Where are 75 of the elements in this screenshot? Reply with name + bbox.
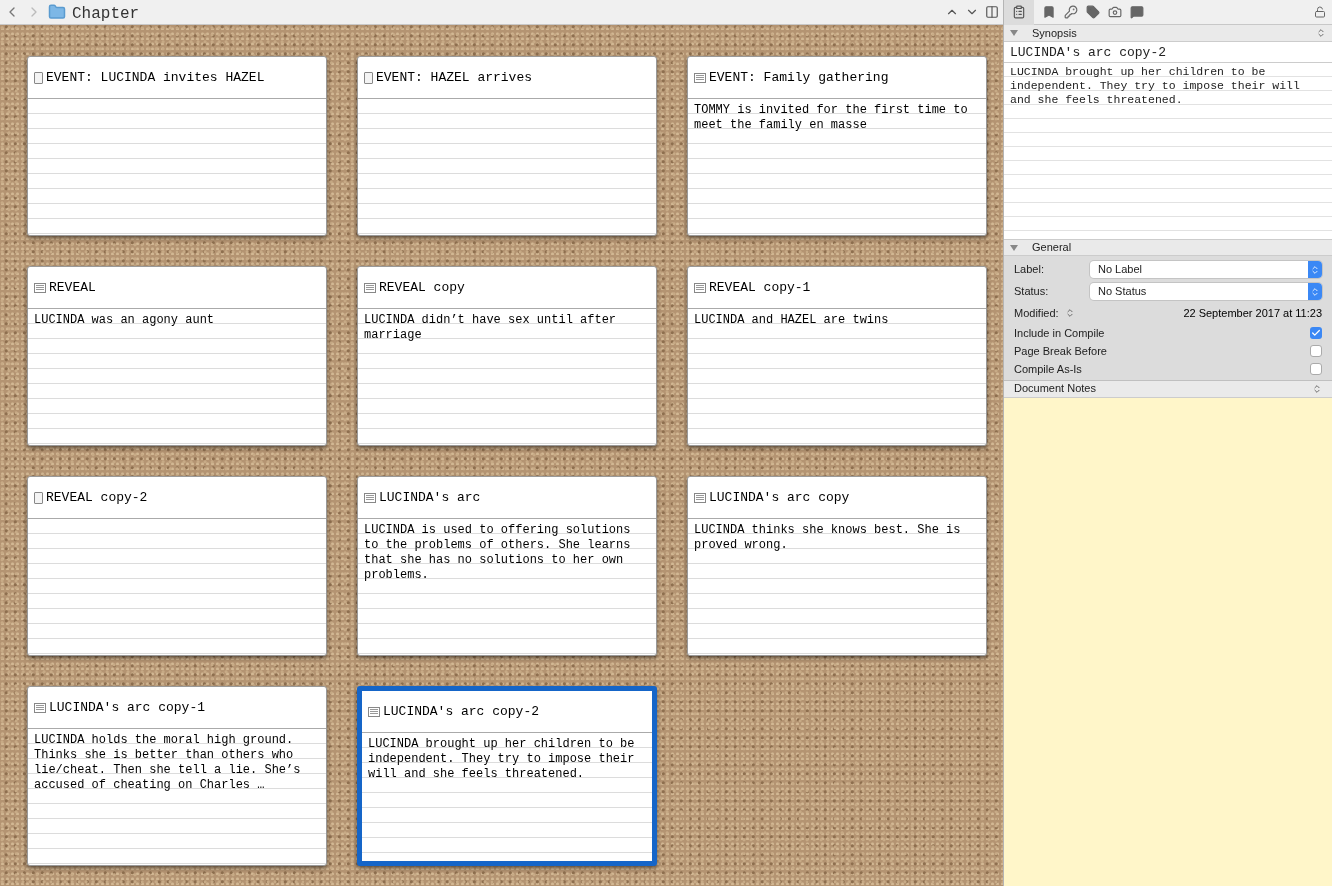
card-title: REVEAL copy-1 (709, 278, 811, 297)
text-page-icon (694, 492, 706, 503)
card-title: EVENT: LUCINDA invites HAZEL (46, 68, 265, 87)
card-title: LUCINDA's arc copy-2 (383, 702, 540, 721)
bookmark-icon[interactable] (1042, 5, 1056, 19)
modified-date: 22 September 2017 at 11:23 (1183, 306, 1322, 321)
card-title: EVENT: HAZEL arrives (376, 68, 533, 87)
split-view-icon[interactable] (985, 5, 999, 19)
label-select[interactable]: No Label (1090, 261, 1322, 278)
key-icon[interactable] (1064, 5, 1078, 19)
section-title: General (1032, 240, 1072, 256)
card-title: LUCINDA's arc (379, 488, 481, 507)
card-synopsis: LUCINDA didn’t have sex until after marriage (364, 313, 618, 343)
text-page-icon (694, 282, 706, 293)
text-page-icon (34, 702, 46, 713)
blank-page-icon (34, 491, 43, 504)
card-synopsis: LUCINDA holds the moral high ground. Thinks she is better than others who lie/cheat. Then she tell a lie. She’s accused of cheating on Charles … (34, 733, 302, 793)
synopsis-title-field[interactable]: LUCINDA's arc copy-2 (1004, 42, 1332, 63)
notes-tab-icon[interactable] (1004, 0, 1034, 25)
index-card[interactable]: REVEAL copy-2 (27, 476, 327, 656)
disclosure-triangle-icon (1010, 30, 1018, 36)
lock-icon[interactable] (1314, 6, 1326, 18)
chapter-title: Chapter (72, 4, 140, 25)
popup-arrows-icon[interactable] (1308, 283, 1322, 300)
option-label: Compile As-Is (1014, 361, 1083, 377)
card-synopsis: LUCINDA thinks she knows best. She is proved wrong. (694, 523, 962, 553)
text-page-icon (34, 282, 46, 293)
index-card[interactable]: EVENT: Family gathering TOMMY is invited for the first time to meet the family en masse (687, 56, 987, 236)
blank-page-icon (34, 71, 43, 84)
index-card[interactable]: LUCINDA's arc LUCINDA is used to offering solutions to the problems of others. She learns that she has no solutions to her own problems. (357, 476, 657, 656)
card-synopsis: LUCINDA brought up her children to be independent. They try to impose their will and she feels threatened. (368, 737, 636, 782)
card-title: LUCINDA's arc copy (709, 488, 850, 507)
modified-caption: Modified: (1014, 306, 1059, 321)
tag-icon[interactable] (1086, 5, 1100, 19)
camera-icon[interactable] (1108, 5, 1122, 19)
index-card[interactable]: REVEAL copy LUCINDA didn’t have sex until after marriage (357, 266, 657, 446)
comment-icon[interactable] (1130, 5, 1144, 19)
card-title: REVEAL copy-2 (46, 488, 148, 507)
checkbox[interactable] (1310, 345, 1322, 357)
card-synopsis: LUCINDA was an agony aunt (34, 313, 216, 328)
folder-icon (48, 3, 66, 21)
index-card[interactable]: EVENT: HAZEL arrives (357, 56, 657, 236)
section-title: Document Notes (1014, 381, 1097, 397)
label-caption: Label: (1014, 262, 1045, 278)
status-caption: Status: (1014, 284, 1050, 300)
option-label: Include in Compile (1014, 325, 1106, 341)
checkbox[interactable] (1310, 327, 1322, 339)
card-title: EVENT: Family gathering (709, 68, 889, 87)
section-title: Synopsis (1032, 25, 1077, 41)
section-header[interactable]: General (1004, 240, 1332, 256)
text-page-icon (364, 492, 376, 503)
status-select[interactable]: No Status (1090, 283, 1322, 300)
card-title: REVEAL (49, 278, 96, 297)
updown-icon[interactable] (1316, 28, 1326, 38)
card-title: REVEAL copy (379, 278, 465, 297)
card-synopsis: TOMMY is invited for the first time to meet the family en masse (694, 103, 969, 133)
text-page-icon (368, 706, 380, 717)
disclosure-triangle-icon (1010, 244, 1018, 251)
index-card[interactable]: LUCINDA's arc copy LUCINDA thinks she knows best. She is proved wrong. (687, 476, 987, 656)
updown-icon[interactable] (1064, 308, 1075, 319)
blank-page-icon (364, 71, 373, 84)
index-card[interactable]: REVEAL copy-1 LUCINDA and HAZEL are twins (687, 266, 987, 446)
card-synopsis: LUCINDA and HAZEL are twins (694, 313, 890, 328)
option-label: Page Break Before (1014, 343, 1108, 359)
checkbox[interactable] (1310, 363, 1322, 375)
updown-icon[interactable] (1312, 383, 1322, 394)
popup-arrows-icon[interactable] (1308, 261, 1322, 278)
card-title: LUCINDA's arc copy-1 (49, 698, 206, 717)
index-card[interactable]: LUCINDA's arc copy-2 LUCINDA brought up her children to be independent. They try to impose their will and she feels threatened. (357, 686, 657, 866)
card-synopsis: LUCINDA is used to offering solutions to the problems of others. She learns that she has no solutions to her own problems. (364, 523, 632, 583)
text-page-icon (694, 72, 706, 83)
index-card[interactable]: LUCINDA's arc copy-1 LUCINDA holds the moral high ground. Thinks she is better than others who lie/cheat. Then she tell a lie. She’s accused of cheating on Charles … (27, 686, 327, 866)
index-card[interactable]: EVENT: LUCINDA invites HAZEL (27, 56, 327, 236)
text-page-icon (364, 282, 376, 293)
index-card[interactable]: REVEAL LUCINDA was an agony aunt (27, 266, 327, 446)
